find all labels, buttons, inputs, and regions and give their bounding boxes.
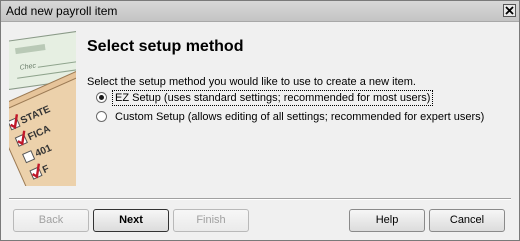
back-button[interactable]: Back [13,209,89,232]
finish-button[interactable]: Finish [173,209,249,232]
ez-setup-label[interactable]: EZ Setup (uses standard settings; recomm… [111,90,434,106]
custom-setup-label[interactable]: Custom Setup (allows editing of all sett… [113,110,486,124]
window-title: Add new payroll item [6,4,118,18]
add-payroll-item-dialog: Add new payroll item Chec STATE FICA 401… [0,0,520,241]
next-button[interactable]: Next [93,209,169,232]
cancel-button[interactable]: Cancel [429,209,505,232]
button-separator [9,198,511,200]
title-bar: Add new payroll item [1,1,519,22]
custom-setup-option[interactable]: Custom Setup (allows editing of all sett… [96,110,486,124]
ez-setup-option[interactable]: EZ Setup (uses standard settings; recomm… [96,90,434,106]
close-button[interactable] [503,4,516,17]
help-button[interactable]: Help [349,209,425,232]
page-heading: Select setup method [87,38,244,55]
custom-setup-radio[interactable] [96,111,107,122]
ez-setup-radio[interactable] [96,92,107,103]
instruction-text: Select the setup method you would like t… [87,76,416,88]
close-icon [505,6,514,15]
payroll-forms-illustration: Chec STATE FICA 401 F [9,31,76,186]
